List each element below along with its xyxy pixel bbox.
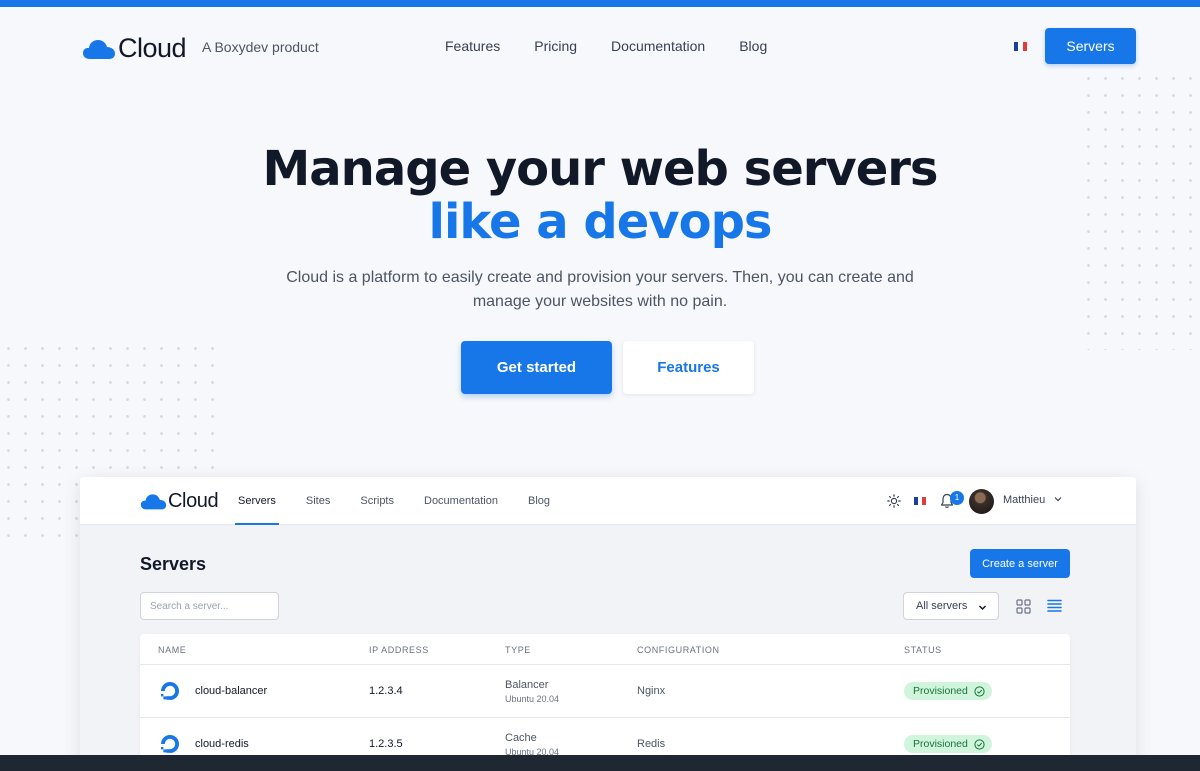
tab-scripts[interactable]: Scripts — [360, 477, 394, 525]
table-header: NAME IP ADDRESS TYPE CONFIGURATION STATU… — [140, 634, 1070, 665]
status-badge: Provisioned — [904, 735, 992, 753]
grid-view-icon[interactable] — [1016, 599, 1031, 614]
column-status: STATUS — [904, 645, 942, 655]
server-name[interactable]: cloud-redis — [195, 738, 249, 750]
site-logo[interactable]: Cloud — [82, 33, 187, 64]
server-name[interactable]: cloud-balancer — [195, 685, 267, 697]
digitalocean-icon — [161, 682, 179, 700]
create-server-button[interactable]: Create a server — [970, 549, 1070, 578]
servers-button[interactable]: Servers — [1045, 28, 1136, 64]
server-ip: 1.2.3.4 — [369, 685, 403, 697]
search-input[interactable] — [140, 592, 279, 620]
dark-footer-strip — [0, 755, 1200, 771]
nav-documentation[interactable]: Documentation — [611, 38, 705, 54]
nav-blog[interactable]: Blog — [739, 38, 767, 54]
status-label: Provisioned — [913, 685, 968, 697]
column-configuration: CONFIGURATION — [637, 645, 720, 655]
top-accent-bar — [0, 0, 1200, 7]
check-circle-icon — [974, 738, 985, 750]
column-name: NAME — [158, 645, 187, 655]
get-started-button[interactable]: Get started — [461, 341, 612, 394]
digitalocean-icon — [161, 735, 179, 753]
server-type: Cache — [505, 732, 537, 744]
chevron-down-icon — [978, 605, 987, 611]
app-preview: Cloud Servers Sites Scripts Documentatio… — [80, 477, 1136, 771]
list-view-icon[interactable] — [1047, 599, 1062, 612]
avatar[interactable] — [969, 489, 994, 514]
status-label: Provisioned — [913, 738, 968, 750]
server-os: Ubuntu 20.04 — [505, 694, 560, 704]
server-configuration: Nginx — [637, 685, 666, 697]
app-logo-text: Cloud — [168, 490, 219, 512]
column-type: TYPE — [505, 645, 531, 655]
sun-icon[interactable] — [887, 494, 901, 508]
status-badge: Provisioned — [904, 682, 992, 700]
tab-documentation[interactable]: Documentation — [424, 477, 498, 525]
user-name[interactable]: Matthieu — [1003, 494, 1045, 506]
server-ip: 1.2.3.5 — [369, 738, 403, 750]
hero-accent-title: like a devops — [428, 194, 772, 250]
france-flag-icon[interactable] — [914, 497, 926, 505]
tagline: A Boxydev product — [202, 39, 319, 55]
cloud-logo-icon — [83, 39, 115, 59]
tab-blog[interactable]: Blog — [528, 477, 550, 525]
nav-pricing[interactable]: Pricing — [534, 38, 577, 54]
hero-title: Manage your web servers — [262, 141, 938, 197]
app-tabs: Servers Sites Scripts Documentation Blog — [235, 477, 580, 525]
column-ip-address: IP ADDRESS — [369, 645, 429, 655]
notification-badge: 1 — [950, 491, 964, 505]
servers-table: NAME IP ADDRESS TYPE CONFIGURATION STATU… — [140, 634, 1070, 771]
france-flag-icon[interactable] — [1014, 42, 1027, 51]
page-title: Servers — [140, 554, 207, 574]
tab-servers[interactable]: Servers — [235, 477, 279, 525]
cloud-logo-icon — [140, 494, 167, 510]
site-header: Cloud A Boxydev product Features Pricing… — [0, 7, 1200, 85]
hero-description: Cloud is a platform to easily create and… — [286, 269, 914, 310]
check-circle-icon — [974, 685, 985, 697]
table-row[interactable]: cloud-balancer 1.2.3.4 Balancer Ubuntu 2… — [140, 665, 1070, 718]
main-nav: Features Pricing Documentation Blog — [445, 38, 801, 54]
app-logo[interactable]: Cloud — [140, 490, 219, 513]
logo-text: Cloud — [118, 33, 187, 63]
app-navbar: Cloud Servers Sites Scripts Documentatio… — [80, 477, 1136, 525]
server-configuration: Redis — [637, 738, 666, 750]
server-filter-select[interactable]: All servers — [903, 592, 999, 620]
server-type: Balancer — [505, 679, 549, 691]
chevron-down-icon[interactable] — [1054, 495, 1062, 503]
tab-sites[interactable]: Sites — [306, 477, 330, 525]
features-button[interactable]: Features — [623, 341, 754, 394]
nav-features[interactable]: Features — [445, 38, 500, 54]
filter-value: All servers — [916, 600, 968, 612]
